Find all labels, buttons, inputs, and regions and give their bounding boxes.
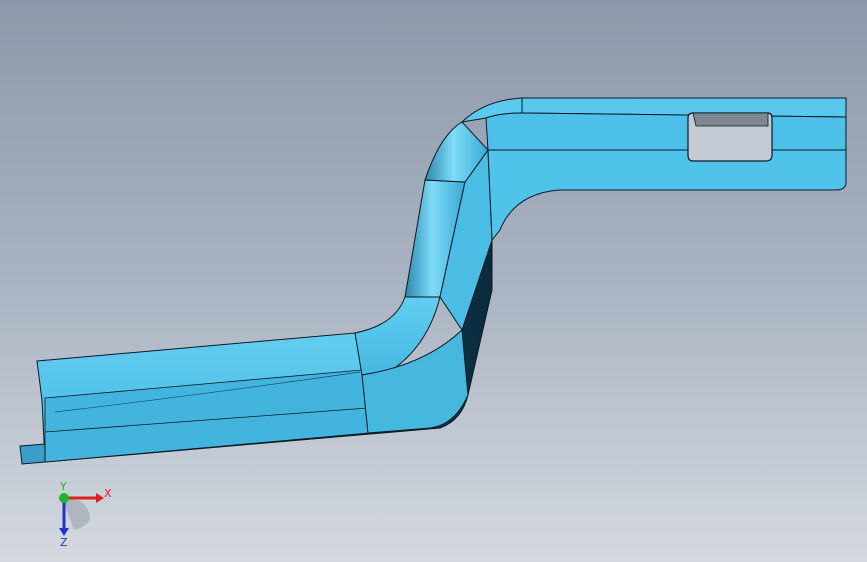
x-axis-arrow — [96, 493, 104, 503]
triad-shadow — [62, 498, 90, 530]
x-axis-label: X — [104, 487, 112, 500]
upper-flange-face — [485, 112, 847, 151]
reference-triad: X Y Z — [59, 480, 112, 548]
end-tab — [19, 443, 46, 465]
y-axis-label: Y — [59, 480, 67, 493]
sheet-metal-bracket-model[interactable] — [0, 0, 867, 562]
y-axis-dot — [59, 493, 69, 503]
z-axis-arrow — [59, 528, 69, 536]
slot-wall — [692, 112, 769, 127]
graphics-viewport[interactable]: X Y Z — [0, 0, 867, 562]
upper-flange-lower — [487, 149, 847, 242]
z-axis-label: Z — [60, 536, 68, 548]
